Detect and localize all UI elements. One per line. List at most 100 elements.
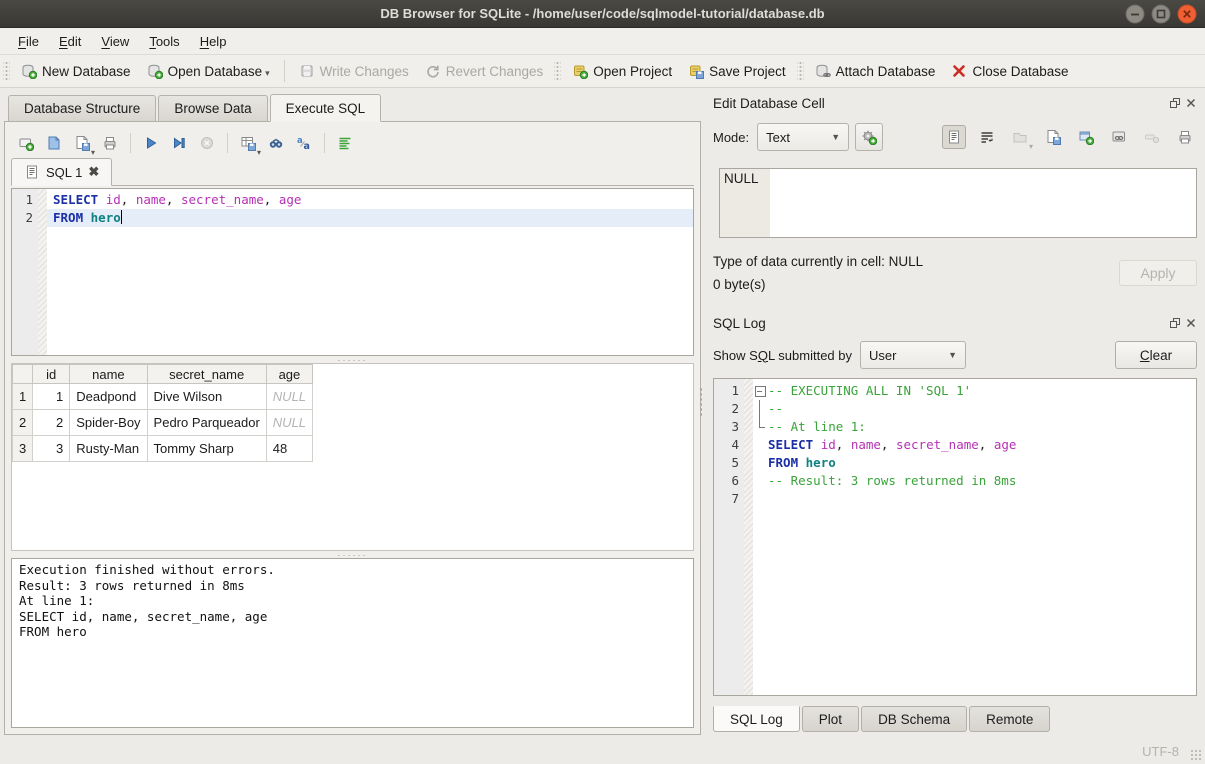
- cell-value-editor[interactable]: NULL: [719, 168, 1197, 238]
- title-bar[interactable]: DB Browser for SQLite - /home/user/code/…: [0, 0, 1205, 28]
- dock-tab-remote[interactable]: Remote: [969, 706, 1050, 732]
- menu-help[interactable]: Help: [190, 30, 237, 53]
- print-sql-button[interactable]: [97, 130, 123, 156]
- dock-tab-plot[interactable]: Plot: [802, 706, 859, 732]
- log-filter-select[interactable]: User ▼: [860, 341, 966, 369]
- toolbar-drag-handle[interactable]: [3, 61, 10, 81]
- save-project-icon: [688, 63, 704, 79]
- results-grid[interactable]: idnamesecret_nameage 11DeadpondDive Wils…: [11, 363, 694, 551]
- sql-log-view[interactable]: 1234567 -- EXECUTING ALL IN 'SQL 1'---- …: [713, 378, 1197, 696]
- column-header-age[interactable]: age: [266, 365, 312, 384]
- cell[interactable]: 3: [33, 436, 70, 462]
- execution-message[interactable]: Execution finished without errors. Resul…: [11, 558, 694, 728]
- open-sql-file-button[interactable]: [41, 130, 67, 156]
- revert-changes-icon: [425, 63, 441, 79]
- set-cell-null-button: [1140, 125, 1164, 149]
- splitter-editor-results[interactable]: ······: [11, 356, 694, 363]
- cell[interactable]: NULL: [266, 384, 312, 410]
- column-header-name[interactable]: name: [70, 365, 147, 384]
- execute-current-line-button[interactable]: [166, 130, 192, 156]
- log-line: -- EXECUTING ALL IN 'SQL 1': [753, 382, 1196, 400]
- sql-log-dock-title: SQL Log: [713, 314, 1197, 332]
- sql-tab[interactable]: SQL 1 ✖: [11, 158, 112, 186]
- maximize-button[interactable]: [1151, 4, 1171, 24]
- row-number[interactable]: 1: [13, 384, 33, 410]
- close-button[interactable]: [1177, 4, 1197, 24]
- mode-select[interactable]: Text ▼: [757, 123, 849, 151]
- dropdown-caret-icon: ▾: [257, 148, 261, 157]
- apply-button[interactable]: Apply: [1119, 260, 1197, 286]
- sql-document-icon: [24, 164, 40, 180]
- cell[interactable]: NULL: [266, 410, 312, 436]
- column-header-secret_name[interactable]: secret_name: [147, 365, 266, 384]
- word-wrap-cell-button[interactable]: [975, 125, 999, 149]
- fold-marker-icon[interactable]: [753, 382, 768, 400]
- open-project-button[interactable]: Open Project: [564, 59, 680, 83]
- dock-float-button[interactable]: [1168, 317, 1181, 330]
- dock-close-button[interactable]: [1184, 317, 1197, 330]
- toolbar-drag-handle[interactable]: [554, 61, 561, 81]
- new-sql-tab-button[interactable]: [13, 130, 39, 156]
- cell[interactable]: 1: [33, 384, 70, 410]
- edit-cell-title: Edit Database Cell: [713, 96, 825, 111]
- cell[interactable]: Dive Wilson: [147, 384, 266, 410]
- cell[interactable]: Spider-Boy: [70, 410, 147, 436]
- dock-float-button[interactable]: [1168, 97, 1181, 110]
- clear-log-button[interactable]: Clear: [1115, 341, 1197, 369]
- auto-switch-mode-button[interactable]: [855, 123, 883, 151]
- splitter-results-message[interactable]: ······: [11, 551, 694, 558]
- attach-database-icon: [815, 63, 831, 79]
- sql-code-editor[interactable]: 12 SELECT id, name, secret_name, ageFROM…: [11, 188, 694, 356]
- cell[interactable]: 2: [33, 410, 70, 436]
- export-cell-data-button[interactable]: [1041, 125, 1065, 149]
- open-in-external-app-button[interactable]: [1074, 125, 1098, 149]
- encoding-indicator[interactable]: UTF-8: [1142, 744, 1179, 759]
- minimize-button[interactable]: [1125, 4, 1145, 24]
- tab-database-structure[interactable]: Database Structure: [8, 95, 156, 121]
- dock-close-button[interactable]: [1184, 97, 1197, 110]
- vertical-splitter[interactable]: [699, 387, 704, 417]
- format-sql-button[interactable]: aa: [291, 130, 317, 156]
- dropdown-caret-icon: ▾: [1029, 142, 1033, 151]
- save-sql-file-button[interactable]: ▾: [69, 130, 95, 156]
- new-database-button[interactable]: New Database: [13, 59, 139, 83]
- row-number-header[interactable]: [13, 365, 33, 384]
- stop-execution-button: [194, 130, 220, 156]
- close-database-button[interactable]: Close Database: [943, 59, 1076, 83]
- save-project-button[interactable]: Save Project: [680, 59, 794, 83]
- resize-grip-icon[interactable]: [1190, 749, 1202, 761]
- attach-database-button[interactable]: Attach Database: [807, 59, 944, 83]
- row-number[interactable]: 3: [13, 436, 33, 462]
- row-number[interactable]: 2: [13, 410, 33, 436]
- copy-cell-link-button[interactable]: [1107, 125, 1131, 149]
- cell[interactable]: Pedro Parqueador: [147, 410, 266, 436]
- tab-execute-sql[interactable]: Execute SQL: [270, 94, 382, 122]
- dock-tab-db-schema[interactable]: DB Schema: [861, 706, 967, 732]
- dock-area: Edit Database Cell Mode: Text ▼ ▾ NULL: [705, 88, 1205, 738]
- table-row: 22Spider-BoyPedro ParqueadorNULL: [13, 410, 313, 436]
- column-header-id[interactable]: id: [33, 365, 70, 384]
- menu-edit[interactable]: Edit: [49, 30, 91, 53]
- log-line: SELECT id, name, secret_name, age: [753, 436, 1196, 454]
- toggle-word-wrap-button[interactable]: [332, 130, 358, 156]
- line-number-gutter: 12: [12, 189, 38, 355]
- cell[interactable]: Tommy Sharp: [147, 436, 266, 462]
- find-in-sql-button[interactable]: [263, 130, 289, 156]
- menu-tools[interactable]: Tools: [139, 30, 189, 53]
- execute-all-button[interactable]: [138, 130, 164, 156]
- menu-view[interactable]: View: [91, 30, 139, 53]
- toolbar-drag-handle[interactable]: [797, 61, 804, 81]
- cell[interactable]: Rusty-Man: [70, 436, 147, 462]
- view-as-text-button[interactable]: [942, 125, 966, 149]
- tab-browse-data[interactable]: Browse Data: [158, 95, 267, 121]
- menu-file[interactable]: File: [8, 30, 49, 53]
- cell[interactable]: 48: [266, 436, 312, 462]
- cell[interactable]: Deadpond: [70, 384, 147, 410]
- sql-code-lines: SELECT id, name, secret_name, ageFROM he…: [47, 189, 693, 355]
- close-sql-tab-icon[interactable]: ✖: [88, 164, 99, 180]
- dock-tab-sql-log[interactable]: SQL Log: [713, 706, 800, 732]
- print-cell-button[interactable]: [1173, 125, 1197, 149]
- export-results-button[interactable]: ▾: [235, 130, 261, 156]
- edit-cell-dock-title: Edit Database Cell: [713, 94, 1197, 112]
- open-database-button[interactable]: Open Database▾: [139, 59, 278, 83]
